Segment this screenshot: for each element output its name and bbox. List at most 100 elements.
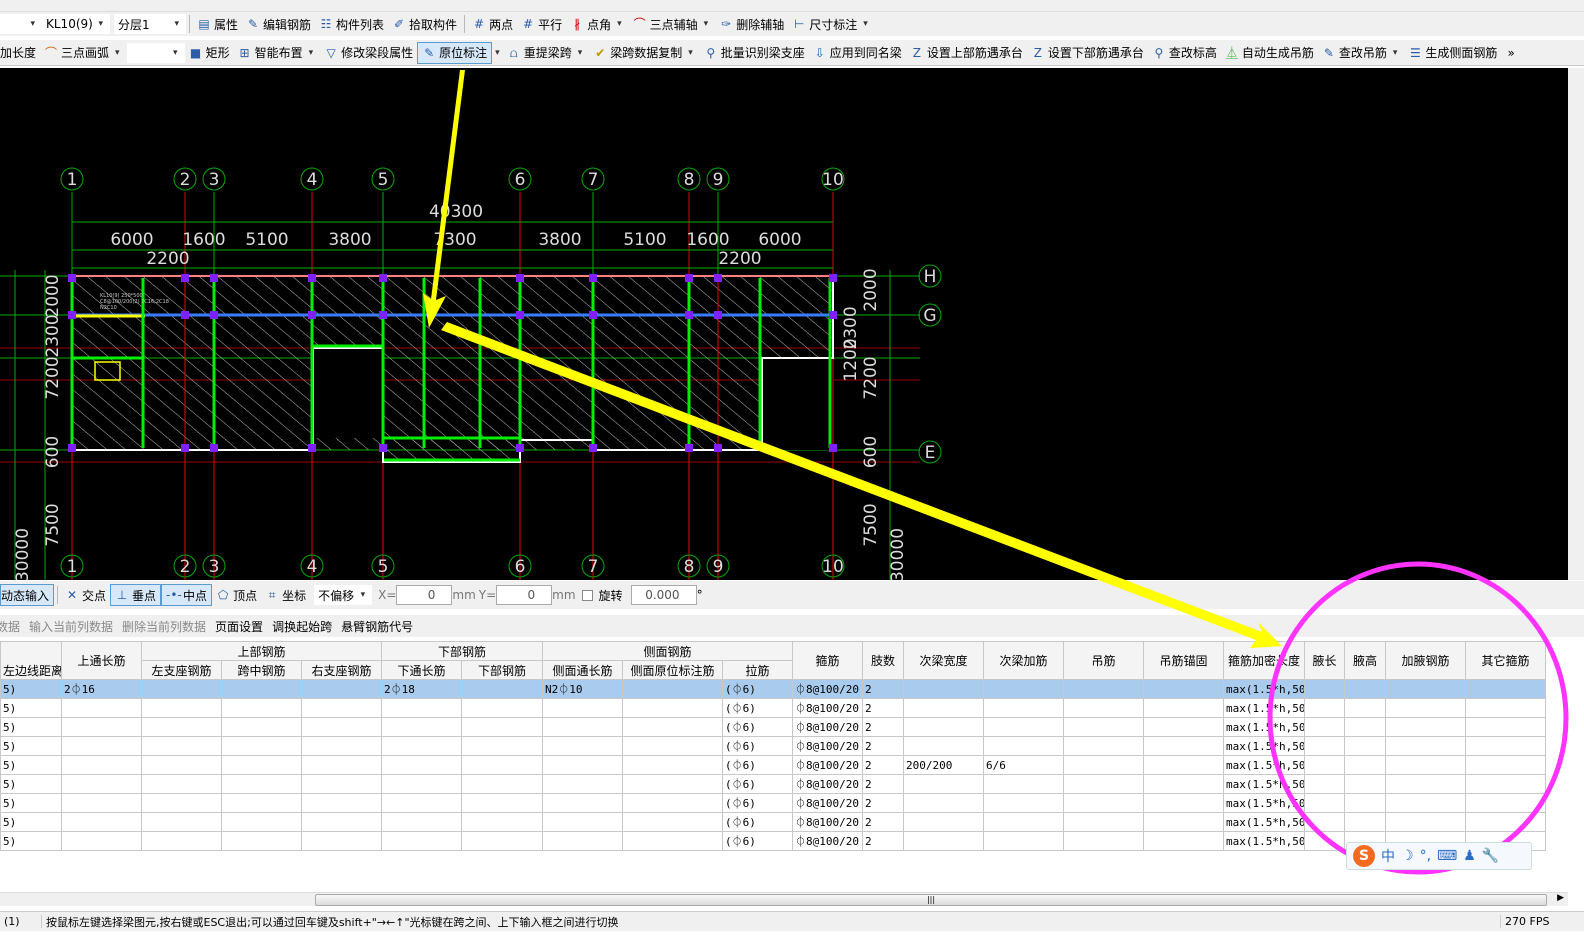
keyboard-icon[interactable]: ⌨: [1437, 848, 1457, 864]
table-cell[interactable]: (⏀6): [722, 831, 794, 851]
table-cell[interactable]: ⏀8@100/20: [792, 812, 864, 832]
table-cell[interactable]: [381, 793, 462, 813]
table-row[interactable]: 5) (⏀6) ⏀8@100/20 2 200/200 6/6 max(1.5*h,50: [0, 755, 1547, 775]
input-column-data-button[interactable]: 输入当前列数据: [29, 618, 113, 635]
table-cell[interactable]: [381, 698, 462, 718]
layer-select[interactable]: 分层1 ▾: [114, 14, 186, 34]
table-cell[interactable]: 2: [862, 831, 905, 851]
col-header[interactable]: 次梁宽度: [903, 641, 985, 680]
table-cell[interactable]: [381, 755, 462, 775]
data-button[interactable]: 数据: [0, 618, 20, 635]
three-point-axis-button[interactable]: ⌒ 三点辅轴 ▾: [629, 13, 716, 35]
table-cell[interactable]: [381, 812, 462, 832]
table-cell[interactable]: [903, 736, 985, 756]
table-cell[interactable]: [622, 793, 724, 813]
pick-component-button[interactable]: ✐ 拾取构件: [388, 13, 461, 35]
add-length-button[interactable]: 加长度: [0, 42, 40, 64]
table-cell[interactable]: [141, 679, 222, 699]
table-cell[interactable]: [221, 812, 302, 832]
table-cell[interactable]: [983, 717, 1065, 737]
snap-vertex-button[interactable]: ⬠ 顶点: [212, 584, 261, 606]
table-cell[interactable]: [1465, 679, 1547, 699]
table-row[interactable]: 5) (⏀6) ⏀8@100/20 2 max(1.5*h,50: [0, 698, 1547, 718]
dimension-button[interactable]: ⊢ 尺寸标注 ▾: [788, 13, 875, 35]
parallel-axis-button[interactable]: # 平行: [517, 13, 566, 35]
table-cell[interactable]: [983, 812, 1065, 832]
table-cell[interactable]: [141, 793, 222, 813]
table-cell[interactable]: [1304, 831, 1346, 851]
col-header[interactable]: 下部钢筋: [460, 660, 544, 680]
auto-hanger-button[interactable]: ⏅ 自动生成吊筋: [1221, 42, 1318, 64]
rotate-input[interactable]: 0.000: [630, 585, 697, 605]
table-cell[interactable]: (⏀6): [722, 698, 794, 718]
table-cell[interactable]: [1344, 679, 1387, 699]
table-cell[interactable]: [301, 793, 382, 813]
table-cell[interactable]: [1304, 717, 1346, 737]
properties-button[interactable]: ▤ 属性: [193, 13, 242, 35]
table-cell[interactable]: [983, 736, 1065, 756]
table-cell[interactable]: [221, 774, 302, 794]
table-cell[interactable]: [542, 736, 624, 756]
col-header[interactable]: 次梁加筋: [983, 641, 1065, 680]
page-setup-button[interactable]: 页面设置: [215, 618, 263, 635]
table-cell[interactable]: [61, 793, 142, 813]
table-cell[interactable]: 2⏀16: [61, 679, 142, 699]
col-header[interactable]: 右支座钢筋: [301, 660, 382, 680]
col-header[interactable]: 拉筋: [722, 660, 794, 680]
table-cell[interactable]: [1385, 717, 1467, 737]
table-cell[interactable]: [1385, 774, 1467, 794]
y-input[interactable]: 0: [496, 585, 553, 605]
table-cell[interactable]: [622, 774, 724, 794]
delete-axis-button[interactable]: ✑ 删除辅轴: [715, 13, 788, 35]
table-cell[interactable]: [460, 698, 544, 718]
col-header[interactable]: 腋长: [1304, 641, 1346, 680]
table-cell[interactable]: [301, 679, 382, 699]
table-cell[interactable]: [903, 831, 985, 851]
col-header[interactable]: 箍筋加密长度: [1223, 641, 1306, 680]
table-cell[interactable]: 5): [0, 717, 62, 737]
table-cell[interactable]: [903, 793, 985, 813]
table-cell[interactable]: [1063, 679, 1145, 699]
table-cell[interactable]: [1304, 736, 1346, 756]
table-cell[interactable]: max(1.5*h,50: [1223, 812, 1306, 832]
col-header[interactable]: 其它箍筋: [1465, 641, 1547, 680]
table-cell[interactable]: (⏀6): [722, 736, 794, 756]
table-cell[interactable]: [983, 774, 1065, 794]
table-cell[interactable]: [61, 755, 142, 775]
table-cell[interactable]: 5): [0, 812, 62, 832]
table-cell[interactable]: [381, 831, 462, 851]
table-cell[interactable]: [1465, 698, 1547, 718]
table-cell[interactable]: [61, 812, 142, 832]
table-cell[interactable]: [221, 717, 302, 737]
col-header[interactable]: 左支座钢筋: [141, 660, 222, 680]
table-cell[interactable]: 200/200: [903, 755, 985, 775]
table-cell[interactable]: [460, 831, 544, 851]
table-cell[interactable]: [460, 793, 544, 813]
re-extract-span-button[interactable]: ⩍ 重提梁跨 ▾: [503, 42, 590, 64]
table-cell[interactable]: 5): [0, 793, 62, 813]
table-cell[interactable]: [1344, 755, 1387, 775]
col-header[interactable]: 箍筋: [792, 641, 864, 680]
table-cell[interactable]: (⏀6): [722, 755, 794, 775]
col-header[interactable]: 上通长筋: [61, 641, 142, 680]
table-cell[interactable]: [1344, 812, 1387, 832]
more-tools-button[interactable]: »: [1507, 46, 1514, 60]
table-cell[interactable]: [1304, 793, 1346, 813]
table-cell[interactable]: [542, 717, 624, 737]
table-cell[interactable]: [221, 736, 302, 756]
table-cell[interactable]: 6/6: [983, 755, 1065, 775]
table-cell[interactable]: 5): [0, 831, 62, 851]
table-cell[interactable]: [542, 755, 624, 775]
x-input[interactable]: 0: [396, 585, 453, 605]
col-header[interactable]: 加腋钢筋: [1385, 641, 1467, 680]
table-cell[interactable]: [301, 755, 382, 775]
component-select[interactable]: KL10(9) ▾: [42, 14, 110, 34]
modify-beam-segment-button[interactable]: ▽ 修改梁段属性: [320, 42, 417, 64]
table-cell[interactable]: [1063, 717, 1145, 737]
col-header[interactable]: 吊筋: [1063, 641, 1145, 680]
table-cell[interactable]: [903, 717, 985, 737]
table-cell[interactable]: [141, 774, 222, 794]
floor-select[interactable]: ▾: [0, 14, 42, 34]
table-cell[interactable]: [1143, 793, 1225, 813]
generate-side-rebar-button[interactable]: ☰ 生成侧面钢筋: [1404, 42, 1501, 64]
